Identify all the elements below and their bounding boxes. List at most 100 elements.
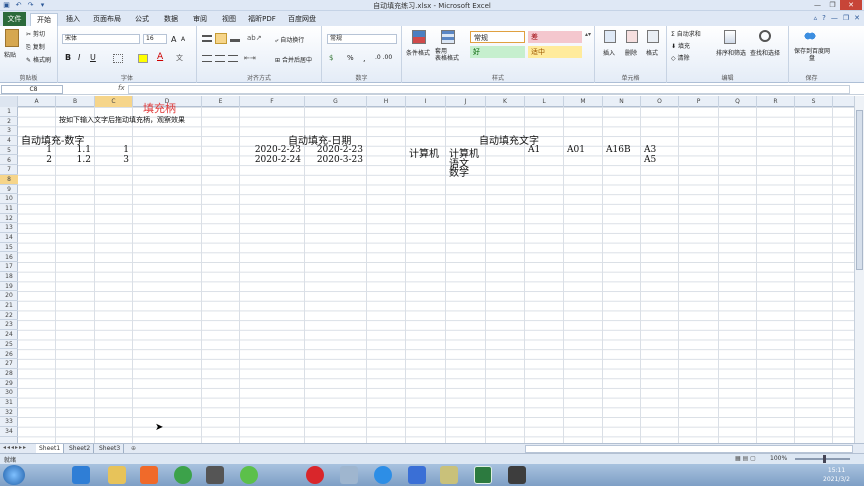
column-header-g[interactable]: G <box>305 96 367 107</box>
fill-color-icon[interactable] <box>138 54 148 63</box>
decimal-increase-icon[interactable]: .0 .00 <box>375 54 392 61</box>
row-header-26[interactable]: 26 <box>0 350 18 360</box>
zoom-level[interactable]: 100% <box>770 455 787 462</box>
cell-o5[interactable]: A3 <box>644 145 656 155</box>
workbook-close-icon[interactable]: ✕ <box>854 14 860 22</box>
row-header-23[interactable]: 23 <box>0 320 18 331</box>
row-header-14[interactable]: 14 <box>0 233 18 243</box>
paste-button[interactable]: 粘贴 <box>4 50 16 59</box>
grow-font-button[interactable]: A <box>171 35 176 44</box>
orientation-icon[interactable]: ab↗ <box>247 34 262 42</box>
cell-a6[interactable]: 2 <box>18 155 52 165</box>
insert-cells-icon[interactable] <box>604 30 616 43</box>
merge-center-button[interactable]: ⊞ 合并后居中 <box>275 55 312 64</box>
indent-icon[interactable]: ⇤⇥ <box>244 54 256 62</box>
conditional-format-button[interactable]: 条件格式 <box>406 48 430 57</box>
percent-button[interactable]: % <box>347 54 354 62</box>
column-header-j[interactable]: J <box>446 96 486 107</box>
baidu-cloud-icon[interactable] <box>803 30 817 42</box>
font-name-select[interactable]: 宋体 <box>62 34 140 44</box>
vertical-scroll-thumb[interactable] <box>856 110 863 270</box>
row-header-33[interactable]: 33 <box>0 417 18 428</box>
help-icon[interactable]: ? <box>822 14 826 22</box>
style-neutral[interactable]: 适中 <box>528 46 582 58</box>
file-explorer-icon[interactable] <box>108 466 126 484</box>
sort-filter-button[interactable]: 排序和筛选 <box>716 48 746 57</box>
tab-file[interactable]: 文件 <box>3 12 26 26</box>
column-header-b[interactable]: B <box>56 96 95 107</box>
cell-c5[interactable]: 1 <box>95 145 129 155</box>
number-format-select[interactable]: 常规 <box>327 34 397 44</box>
workbook-minimize-icon[interactable]: — <box>831 14 838 22</box>
column-header-e[interactable]: E <box>202 96 240 107</box>
italic-button[interactable]: I <box>78 53 80 62</box>
column-header-i[interactable]: I <box>406 96 446 107</box>
row-header-31[interactable]: 31 <box>0 398 18 408</box>
cell-b2[interactable]: 按如下输入文字后拖动填充柄，观察效果 <box>59 115 185 125</box>
align-bottom-icon[interactable] <box>230 35 240 42</box>
row-header-15[interactable]: 15 <box>0 243 18 253</box>
row-header-10[interactable]: 10 <box>0 194 18 204</box>
wechat-icon[interactable] <box>240 466 258 484</box>
row-header-3[interactable]: 3 <box>0 126 18 137</box>
row-header-2[interactable]: 2 <box>0 117 18 127</box>
cell-d1[interactable]: 填充柄 <box>125 100 194 116</box>
tab-insert[interactable]: 插入 <box>62 13 84 26</box>
border-icon[interactable] <box>113 54 123 63</box>
recorder-icon[interactable] <box>508 466 526 484</box>
row-header-17[interactable]: 17 <box>0 262 18 272</box>
column-header-n[interactable]: N <box>603 96 641 107</box>
align-left-icon[interactable] <box>202 55 212 62</box>
column-header-m[interactable]: M <box>564 96 603 107</box>
cell-l5[interactable]: A1 <box>528 145 540 155</box>
column-header-h[interactable]: H <box>367 96 406 107</box>
format-cells-button[interactable]: 格式 <box>646 48 658 57</box>
row-header-8[interactable]: 8 <box>0 174 18 185</box>
cell-i5[interactable]: 计算机 <box>409 145 439 160</box>
tab-baidu-netdisk[interactable]: 百度网盘 <box>285 13 319 26</box>
row-header-7[interactable]: 7 <box>0 165 18 175</box>
select-all-corner[interactable] <box>0 96 18 107</box>
row-header-28[interactable]: 28 <box>0 369 18 379</box>
cell-o6[interactable]: A5 <box>644 155 656 165</box>
row-header-9[interactable]: 9 <box>0 185 18 195</box>
row-header-21[interactable]: 21 <box>0 301 18 311</box>
view-buttons-icon[interactable]: ▦ ▤ ▢ <box>735 455 756 462</box>
table-format-icon[interactable] <box>441 30 455 44</box>
cell-m5[interactable]: A01 <box>567 145 585 155</box>
zoom-slider-knob[interactable] <box>823 455 826 463</box>
row-header-19[interactable]: 19 <box>0 282 18 292</box>
row-header-13[interactable]: 13 <box>0 223 18 234</box>
comma-button[interactable]: , <box>363 54 366 63</box>
horizontal-scrollbar[interactable] <box>525 445 853 453</box>
format-as-table-button[interactable]: 套用 表格格式 <box>435 48 459 62</box>
maximize-button[interactable]: ❐ <box>825 0 840 10</box>
sheet-nav-arrows[interactable]: ◂◂◂▸▸▸ <box>3 444 27 451</box>
cell-g6[interactable]: 2020-3-23 <box>305 155 363 165</box>
cell-j7[interactable]: 数学 <box>449 164 469 179</box>
row-header-1[interactable]: 1 <box>0 107 18 117</box>
column-header-r[interactable]: R <box>757 96 795 107</box>
video-icon[interactable] <box>206 466 224 484</box>
row-header-32[interactable]: 32 <box>0 408 18 418</box>
font-color-icon[interactable]: A <box>157 52 163 62</box>
row-header-29[interactable]: 29 <box>0 379 18 389</box>
vertical-scrollbar[interactable] <box>854 96 864 443</box>
align-top-icon[interactable] <box>202 35 212 42</box>
cell-b6[interactable]: 1.2 <box>56 155 91 165</box>
cell-f5[interactable]: 2020-2-23 <box>240 145 301 155</box>
notes-icon[interactable] <box>440 466 458 484</box>
sort-filter-icon[interactable] <box>724 30 736 44</box>
find-select-button[interactable]: 查找和选择 <box>750 48 780 57</box>
netease-music-icon[interactable] <box>306 466 324 484</box>
align-right-icon[interactable] <box>228 55 238 62</box>
wrap-text-button[interactable]: ⤶ 自动换行 <box>275 35 304 45</box>
currency-icon[interactable]: $ <box>329 54 333 62</box>
font-size-select[interactable]: 16 <box>143 34 167 44</box>
workbook-restore-icon[interactable]: ❐ <box>843 14 849 22</box>
find-select-icon[interactable] <box>759 30 771 42</box>
shrink-font-button[interactable]: A <box>181 36 185 43</box>
column-header-p[interactable]: P <box>679 96 719 107</box>
cell-b5[interactable]: 1.1 <box>56 145 91 155</box>
column-header-s[interactable]: S <box>795 96 833 107</box>
